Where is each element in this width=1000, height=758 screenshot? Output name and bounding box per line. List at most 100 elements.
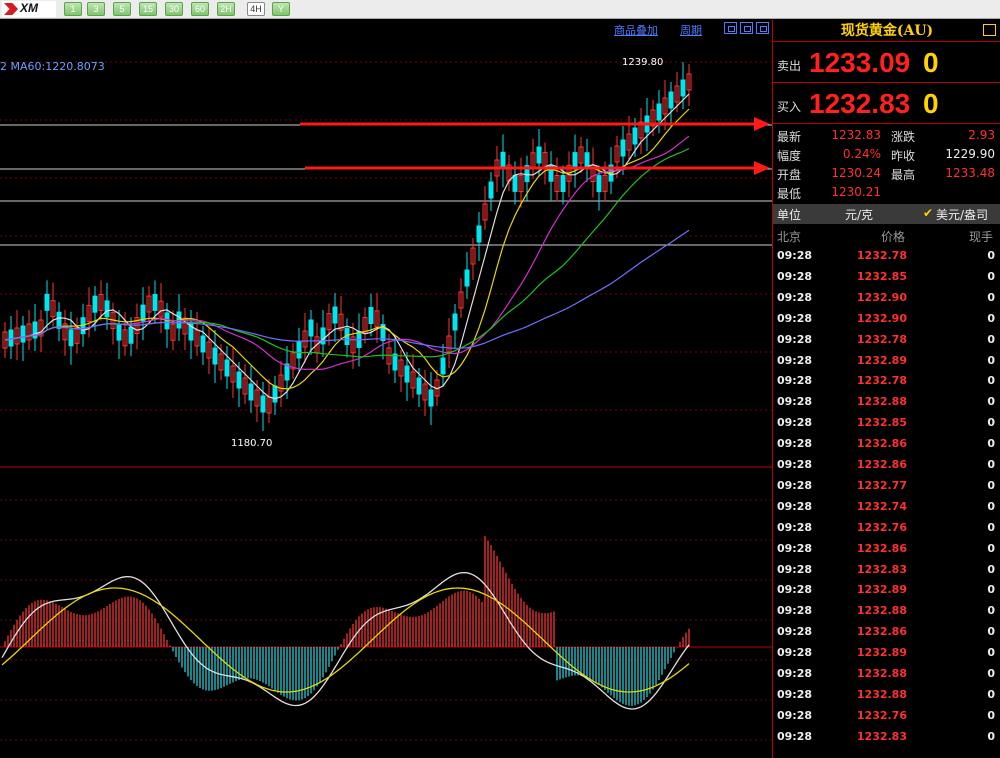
- window-maximize-button[interactable]: [740, 22, 753, 34]
- tick-price: 1232.83: [856, 729, 907, 743]
- tick-price: 1232.86: [856, 458, 907, 471]
- period-button[interactable]: 1: [64, 2, 82, 16]
- overlay-symbol-link[interactable]: 商品叠加: [614, 22, 658, 38]
- tick-row: 09:28 1232.78 0: [773, 246, 1000, 267]
- tick-time: 09:28: [777, 520, 813, 534]
- tick-price: 1232.85: [856, 269, 907, 283]
- chart-canvas: [0, 61, 772, 741]
- candle-body: [488, 181, 494, 199]
- tick-row: 09:28 1232.85 0: [773, 413, 1000, 434]
- tick-time: 09:28: [777, 249, 813, 262]
- candle-body: [476, 225, 482, 243]
- ma-indicator-label: 2 MA60:1220.8073: [0, 60, 105, 73]
- tick-price: 1232.90: [856, 290, 907, 304]
- candle-body: [8, 329, 14, 347]
- tick-row: 09:28 1232.86 0: [773, 539, 1000, 560]
- window-restore-button[interactable]: [724, 22, 737, 34]
- buy-quantity: 0: [923, 88, 939, 119]
- tick-row: 09:28 1232.88 0: [773, 664, 1000, 685]
- tick-row: 09:28 1232.77 0: [773, 476, 1000, 497]
- tick-time: 09:28: [777, 290, 813, 304]
- tick-row: 09:28 1232.83 0: [773, 727, 1000, 748]
- tick-time: 09:28: [777, 499, 813, 513]
- tick-qty: 0: [987, 520, 995, 534]
- period-button[interactable]: 2H: [217, 2, 235, 16]
- candle-body: [68, 329, 74, 347]
- tick-time: 09:28: [777, 374, 813, 388]
- candle-body: [128, 326, 134, 344]
- red-arrow-head: [754, 161, 770, 175]
- panel-menu-button[interactable]: [983, 24, 996, 36]
- tick-qty: 0: [987, 687, 995, 701]
- period-link[interactable]: 周期: [680, 22, 702, 38]
- period-button[interactable]: 5: [113, 2, 131, 16]
- tick-price: 1232.78: [856, 332, 907, 346]
- tick-row: 09:28 1232.89 0: [773, 580, 1000, 601]
- quote-panel: 现货黄金(AU) 卖出 1233.09 0 买入 1232.83 0 最新 12…: [772, 20, 1000, 758]
- candle-body: [368, 307, 374, 325]
- tick-price: 1232.86: [856, 541, 907, 555]
- check-icon: ✔: [923, 206, 934, 220]
- period-button[interactable]: 30: [165, 2, 183, 16]
- candle-body: [104, 300, 110, 318]
- tick-row: 09:28 1232.74 0: [773, 497, 1000, 518]
- col-qty-header: 现手: [969, 230, 994, 244]
- tick-price: 1232.78: [856, 249, 907, 262]
- candle-body: [272, 385, 278, 403]
- tick-qty: 0: [987, 374, 995, 388]
- sell-quote-row[interactable]: 卖出 1233.09 0: [773, 43, 1000, 83]
- candle-body: [92, 295, 98, 313]
- candle-body: [536, 146, 542, 164]
- candle-body: [260, 395, 266, 413]
- candle-body: [572, 152, 578, 170]
- buy-label: 买入: [777, 100, 802, 114]
- window-close-button[interactable]: [756, 22, 769, 34]
- tick-price: 1232.83: [856, 562, 907, 576]
- high-price-label: 1239.80: [622, 57, 664, 68]
- tick-time: 09:28: [777, 729, 813, 743]
- col-time-header: 北京: [777, 230, 802, 244]
- tick-time: 09:28: [777, 478, 813, 492]
- tick-price: 1232.78: [856, 374, 907, 388]
- tick-qty: 0: [987, 708, 995, 722]
- tick-price: 1232.74: [856, 499, 907, 513]
- candlestick-chart[interactable]: 2 MA60:1220.8073 商品叠加 周期 1239.80 1180.70: [0, 20, 772, 758]
- tick-qty: 0: [987, 667, 995, 680]
- tick-row: 09:28 1232.76 0: [773, 518, 1000, 539]
- tick-row: 09:28 1232.90 0: [773, 309, 1000, 330]
- candle-body: [152, 293, 158, 311]
- period-button[interactable]: 3: [87, 2, 105, 16]
- period-button[interactable]: 4H: [247, 2, 265, 16]
- tick-qty: 0: [987, 478, 995, 492]
- buy-quote-row[interactable]: 买入 1232.83 0: [773, 84, 1000, 124]
- tick-qty: 0: [987, 353, 995, 367]
- macd-dif-line: [1, 571, 690, 710]
- tick-qty: 0: [987, 562, 995, 576]
- candle-body: [212, 347, 218, 365]
- period-button[interactable]: Y: [272, 2, 290, 16]
- tick-row: 09:28 1232.78 0: [773, 371, 1000, 392]
- tick-time: 09:28: [777, 437, 813, 451]
- candle-body: [404, 365, 410, 383]
- tick-time: 09:28: [777, 646, 813, 660]
- candle-body: [500, 151, 506, 169]
- period-button[interactable]: 60: [191, 2, 209, 16]
- period-button[interactable]: 15: [139, 2, 157, 16]
- tick-qty: 0: [987, 269, 995, 283]
- tick-qty: 0: [987, 541, 995, 555]
- unit-alt-toggle[interactable]: 美元/盎司: [936, 206, 988, 223]
- candle-body: [452, 313, 458, 331]
- tick-qty: 0: [987, 311, 995, 325]
- tick-time: 09:28: [777, 416, 813, 430]
- stat-open-value: 1230.24: [831, 166, 881, 180]
- tick-price: 1232.77: [856, 478, 907, 492]
- tick-time: 09:28: [777, 708, 813, 722]
- tick-time: 09:28: [777, 562, 813, 576]
- tick-price: 1232.89: [856, 583, 907, 597]
- candle-body: [596, 175, 602, 193]
- candle-body: [44, 293, 50, 311]
- candle-body: [668, 91, 674, 109]
- tick-time: 09:28: [777, 583, 813, 597]
- tick-price: 1232.88: [856, 604, 907, 618]
- unit-label: 单位: [777, 208, 802, 222]
